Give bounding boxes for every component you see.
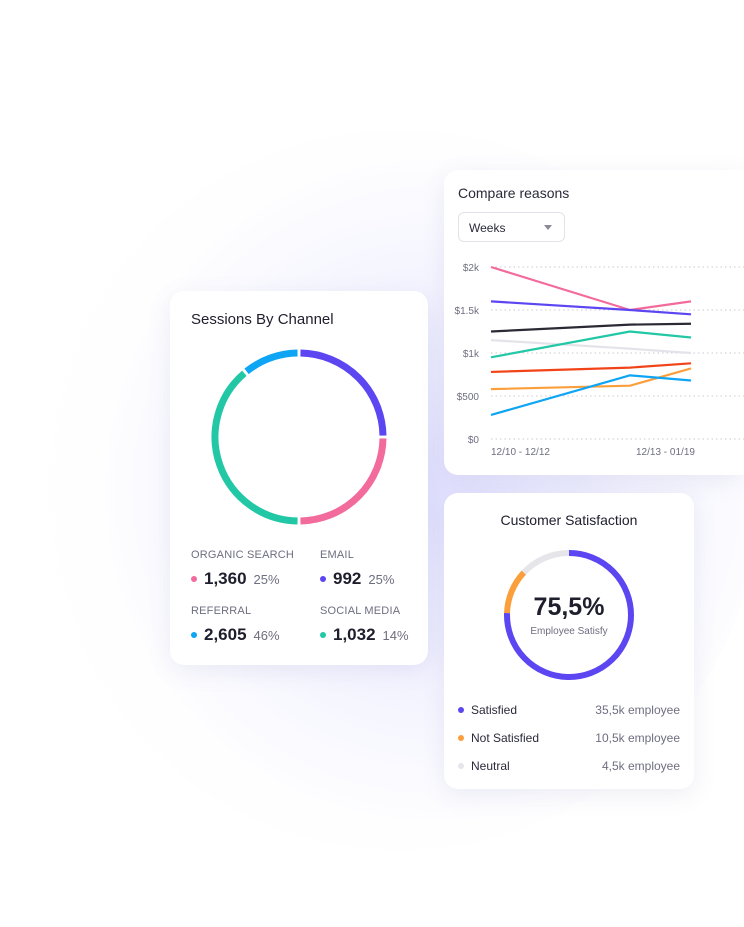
satisfaction-subtitle: Employee Satisfy <box>530 626 608 637</box>
series-line-2 <box>490 300 692 316</box>
ring-segment-neutral <box>521 550 570 575</box>
legend-value: 1,032 <box>333 625 376 644</box>
legend-value: 2,605 <box>204 625 247 644</box>
legend-referral: REFERRAL 2,605 46% <box>191 605 280 645</box>
legend-label: ORGANIC SEARCH <box>191 549 295 561</box>
satisfaction-card-title: Customer Satisfaction <box>500 512 638 528</box>
legend-percent: 25% <box>253 571 280 587</box>
x-tick-label: 12/10 - 12/12 <box>491 447 550 458</box>
series-line-6 <box>490 362 692 374</box>
satisfaction-row-label: Neutral <box>471 759 510 773</box>
satisfaction-row-label: Not Satisfied <box>471 731 540 745</box>
legend-dot <box>458 735 464 741</box>
satisfaction-row-neutral: Neutral 4,5k employee <box>458 759 680 773</box>
legend-organic-search: ORGANIC SEARCH 1,360 25% <box>191 549 294 589</box>
donut-slice-referral <box>244 349 298 375</box>
compare-line-chart: $0 $500 $1k $1.5k $2k 12/10 - 12/12 12/13 - 01… <box>455 263 744 458</box>
satisfaction-row-count: 10,5k employee <box>595 731 680 745</box>
legend-dot <box>191 632 197 638</box>
legend-label: REFERRAL <box>191 605 252 617</box>
y-tick-label: $0 <box>468 435 480 446</box>
satisfaction-row-label: Satisfied <box>471 703 518 717</box>
legend-percent: 46% <box>253 627 280 643</box>
y-tick-label: $1k <box>463 349 480 360</box>
y-tick-label: $500 <box>457 392 480 403</box>
legend-dot <box>320 576 326 582</box>
series-line-8 <box>490 374 692 416</box>
legend-label: SOCIAL MEDIA <box>320 605 401 617</box>
legend-dot <box>320 632 326 638</box>
satisfaction-row-satisfied: Satisfied 35,5k employee <box>458 703 680 717</box>
legend-value: 1,360 <box>204 569 247 588</box>
series-line-3 <box>490 322 692 333</box>
compare-card-title: Compare reasons <box>458 185 570 201</box>
sessions-by-channel-card: Sessions By Channel ORGANIC SEARCH 1,360… <box>170 291 428 665</box>
legend-value: 992 <box>333 569 362 588</box>
customer-satisfaction-card: Customer Satisfaction 75,5% Employee Sat… <box>444 493 694 789</box>
legend-percent: 14% <box>382 627 409 643</box>
donut-slice-organic-search <box>300 438 387 525</box>
donut-slice-social-media <box>211 370 298 525</box>
satisfaction-percent: 75,5% <box>533 593 605 621</box>
sessions-donut-chart <box>211 349 387 525</box>
legend-social-media: SOCIAL MEDIA 1,032 14% <box>320 605 409 645</box>
legend-percent: 25% <box>368 571 395 587</box>
x-tick-label: 12/13 - 01/19 <box>636 447 695 458</box>
satisfaction-row-count: 4,5k employee <box>601 759 680 773</box>
chevron-down-icon <box>544 225 552 230</box>
satisfaction-row-not-satisfied: Not Satisfied 10,5k employee <box>458 731 680 745</box>
legend-dot <box>191 576 197 582</box>
satisfaction-row-count: 35,5k employee <box>595 703 680 717</box>
legend-dot <box>458 763 464 769</box>
sessions-card-title: Sessions By Channel <box>191 311 334 328</box>
donut-slice-email <box>300 349 387 436</box>
period-select-value: Weeks <box>469 221 506 235</box>
period-select[interactable]: Weeks <box>458 212 565 242</box>
y-tick-label: $2k <box>463 263 480 274</box>
legend-dot <box>458 707 464 713</box>
compare-reasons-card: Compare reasons Weeks $0 $500 $1k $1.5k $2k 1… <box>444 170 744 475</box>
y-tick-label: $1.5k <box>455 306 480 317</box>
legend-label: EMAIL <box>320 549 355 561</box>
legend-email: EMAIL 992 25% <box>320 549 394 589</box>
